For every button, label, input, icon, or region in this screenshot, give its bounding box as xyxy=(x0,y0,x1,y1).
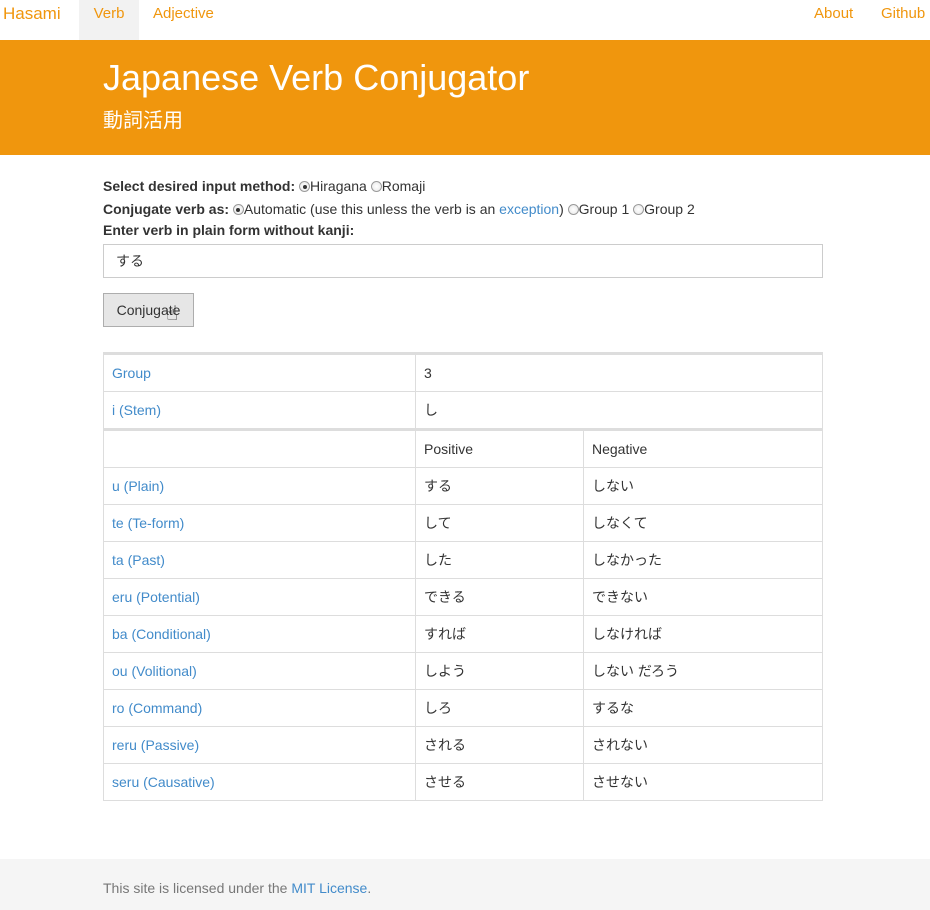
negative-cell: しない xyxy=(583,467,823,505)
page-title: Japanese Verb Conjugator xyxy=(103,57,530,98)
romaji-label[interactable]: Romaji xyxy=(382,178,426,194)
mit-license-link[interactable]: MIT License xyxy=(291,880,367,896)
automatic-radio[interactable] xyxy=(232,204,244,215)
form-label-link[interactable]: seru (Causative) xyxy=(112,774,215,790)
positive-cell: した xyxy=(415,541,584,579)
positive-cell: できる xyxy=(415,578,584,616)
table-header-row: Positive Negative xyxy=(103,429,823,468)
positive-cell: させる xyxy=(415,763,584,801)
verb-label-row: Enter verb in plain form without kanji: xyxy=(103,221,354,239)
table-row: ba (Conditional) すれば しなければ xyxy=(103,615,823,653)
negative-cell: しなかった xyxy=(583,541,823,579)
form-label-link[interactable]: reru (Passive) xyxy=(112,737,199,753)
footer: This site is licensed under the MIT Lice… xyxy=(0,859,930,910)
group-value: 3 xyxy=(415,353,823,392)
group2-label[interactable]: Group 2 xyxy=(644,201,695,217)
conjugate-as-label: Conjugate verb as: xyxy=(103,201,230,217)
hand-cursor-icon: ☝ xyxy=(166,303,179,325)
nav-github[interactable]: Github xyxy=(881,0,925,40)
hiragana-radio[interactable] xyxy=(299,181,311,192)
form-label-link[interactable]: eru (Potential) xyxy=(112,589,200,605)
automatic-label-pre[interactable]: Automatic (use this unless the verb is a… xyxy=(244,201,499,217)
form-label-link[interactable]: ro (Command) xyxy=(112,700,202,716)
footer-text-pre: This site is licensed under the xyxy=(103,880,292,896)
table-row: ro (Command) しろ するな xyxy=(103,689,823,727)
positive-cell: して xyxy=(415,504,584,542)
group-label-link[interactable]: Group xyxy=(112,365,151,381)
positive-cell: する xyxy=(415,467,584,505)
header-negative: Negative xyxy=(583,429,823,468)
table-row: eru (Potential) できる できない xyxy=(103,578,823,616)
table-row: reru (Passive) される されない xyxy=(103,726,823,764)
positive-cell: しろ xyxy=(415,689,584,727)
romaji-radio[interactable] xyxy=(370,181,382,192)
header-banner: Japanese Verb Conjugator 動詞活用 xyxy=(0,40,930,155)
table-row: te (Te-form) して しなくて xyxy=(103,504,823,542)
input-method-label: Select desired input method: xyxy=(103,178,296,194)
conjugate-as-row: Conjugate verb as: Automatic (use this u… xyxy=(103,200,695,218)
stem-label-link[interactable]: i (Stem) xyxy=(112,402,161,418)
negative-cell: されない xyxy=(583,726,823,764)
table-row: ou (Volitional) しよう しない だろう xyxy=(103,652,823,690)
form-label-link[interactable]: u (Plain) xyxy=(112,478,164,494)
positive-cell: しよう xyxy=(415,652,584,690)
negative-cell: できない xyxy=(583,578,823,616)
exception-link[interactable]: exception xyxy=(499,201,559,217)
table-row: Group 3 xyxy=(103,353,823,392)
verb-info-table: Group 3 i (Stem) し xyxy=(103,352,823,429)
table-row: ta (Past) した しなかった xyxy=(103,541,823,579)
table-row: seru (Causative) させる させない xyxy=(103,763,823,801)
negative-cell: しない だろう xyxy=(583,652,823,690)
form-label-link[interactable]: ta (Past) xyxy=(112,552,165,568)
hiragana-label[interactable]: Hiragana xyxy=(310,178,367,194)
form-label-link[interactable]: te (Te-form) xyxy=(112,515,184,531)
negative-cell: させない xyxy=(583,763,823,801)
conjugate-button[interactable]: Conjugate xyxy=(103,293,194,327)
nav-adjective[interactable]: Adjective xyxy=(153,0,214,40)
table-row: i (Stem) し xyxy=(103,391,823,429)
group1-radio[interactable] xyxy=(567,204,579,215)
conjugation-table: Positive Negative u (Plain) する しない te (T… xyxy=(103,428,823,801)
negative-cell: しなくて xyxy=(583,504,823,542)
stem-value: し xyxy=(415,391,823,429)
positive-cell: される xyxy=(415,726,584,764)
negative-cell: しなければ xyxy=(583,615,823,653)
group2-radio[interactable] xyxy=(633,204,645,215)
input-method-row: Select desired input method: Hiragana Ro… xyxy=(103,177,425,195)
header-empty xyxy=(103,429,416,468)
form-label-link[interactable]: ou (Volitional) xyxy=(112,663,197,679)
group1-label[interactable]: Group 1 xyxy=(579,201,630,217)
table-row: u (Plain) する しない xyxy=(103,467,823,505)
brand-link[interactable]: Hasami xyxy=(3,0,61,40)
automatic-label-post: ) xyxy=(559,201,564,217)
navbar: Hasami Verb Adjective About Github xyxy=(0,0,930,40)
footer-text-post: . xyxy=(367,880,372,896)
header-positive: Positive xyxy=(415,429,584,468)
verb-input[interactable] xyxy=(103,244,823,278)
positive-cell: すれば xyxy=(415,615,584,653)
verb-input-label: Enter verb in plain form without kanji: xyxy=(103,222,355,238)
nav-verb[interactable]: Verb xyxy=(79,0,139,40)
negative-cell: するな xyxy=(583,689,823,727)
nav-about[interactable]: About xyxy=(814,0,853,40)
page-subtitle: 動詞活用 xyxy=(103,110,183,132)
form-label-link[interactable]: ba (Conditional) xyxy=(112,626,211,642)
footer-text: This site is licensed under the MIT Lice… xyxy=(103,880,371,896)
